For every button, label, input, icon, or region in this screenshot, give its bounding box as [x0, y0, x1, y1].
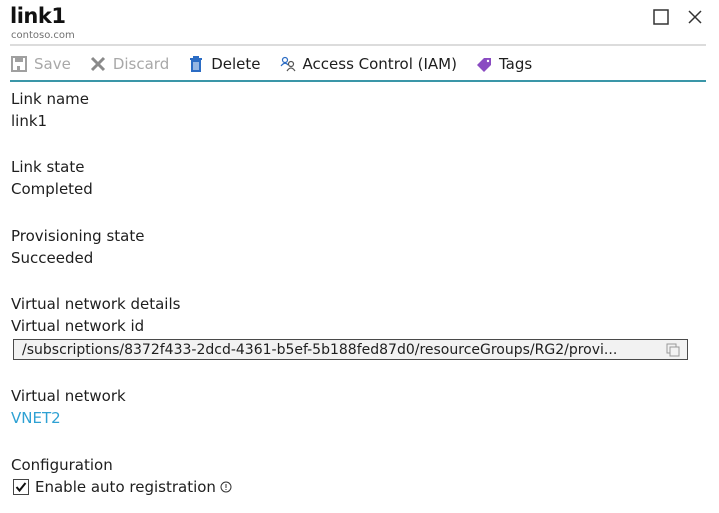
- auto-registration-row: Enable auto registration: [13, 478, 232, 496]
- vnet-id-value: /subscriptions/8372f433-2dcd-4361-b5ef-5…: [22, 342, 618, 358]
- users-icon: [280, 56, 296, 72]
- discard-label: Discard: [112, 55, 170, 73]
- save-label: Save: [34, 55, 71, 73]
- vnet-field: Virtual network VNET2: [11, 385, 126, 429]
- vnet-label: Virtual network: [11, 387, 126, 405]
- command-bar: Save Discard Delete Access Control (IAM)…: [10, 50, 550, 78]
- checkmark-icon: [15, 482, 27, 493]
- info-icon[interactable]: [220, 481, 232, 493]
- delete-label: Delete: [211, 55, 261, 73]
- copy-icon[interactable]: [665, 342, 681, 358]
- link-name-field: Link name link1: [11, 88, 89, 132]
- tag-icon: [476, 58, 491, 72]
- save-button[interactable]: Save: [10, 55, 71, 73]
- vnet-details-section: Virtual network details Virtual network …: [11, 293, 180, 337]
- discard-button[interactable]: Discard: [89, 55, 169, 73]
- provisioning-state-label: Provisioning state: [11, 227, 145, 245]
- vnet-details-heading: Virtual network details: [11, 295, 181, 313]
- tags-button[interactable]: Tags: [475, 55, 532, 73]
- link-name-value: link1: [11, 112, 48, 130]
- provisioning-state-value: Succeeded: [11, 249, 94, 267]
- configuration-section: Configuration: [11, 454, 113, 476]
- auto-registration-checkbox[interactable]: [13, 479, 29, 495]
- toolbar-divider: [10, 80, 706, 82]
- link-state-field: Link state Completed: [11, 156, 93, 200]
- tags-label: Tags: [498, 55, 533, 73]
- configuration-label: Configuration: [11, 456, 113, 474]
- delete-button[interactable]: Delete: [187, 55, 261, 73]
- vnet-link[interactable]: VNET2: [11, 407, 126, 429]
- discard-icon: [90, 56, 105, 72]
- maximize-icon[interactable]: [652, 8, 670, 26]
- blade-title: link1: [10, 4, 66, 28]
- header-divider: [10, 44, 706, 46]
- link-state-value: Completed: [11, 180, 93, 198]
- access-control-button[interactable]: Access Control (IAM): [279, 55, 457, 73]
- trash-icon: [190, 56, 203, 72]
- close-icon[interactable]: [686, 8, 704, 26]
- access-control-label: Access Control (IAM): [302, 55, 457, 73]
- vnet-id-field[interactable]: /subscriptions/8372f433-2dcd-4361-b5ef-5…: [13, 339, 688, 360]
- blade-subtitle: contoso.com: [11, 30, 75, 41]
- auto-registration-label: Enable auto registration: [35, 478, 216, 496]
- save-icon: [11, 56, 27, 72]
- link-state-label: Link state: [11, 158, 85, 176]
- vnet-id-label: Virtual network id: [11, 317, 145, 335]
- link-name-label: Link name: [11, 90, 90, 108]
- provisioning-state-field: Provisioning state Succeeded: [11, 225, 144, 269]
